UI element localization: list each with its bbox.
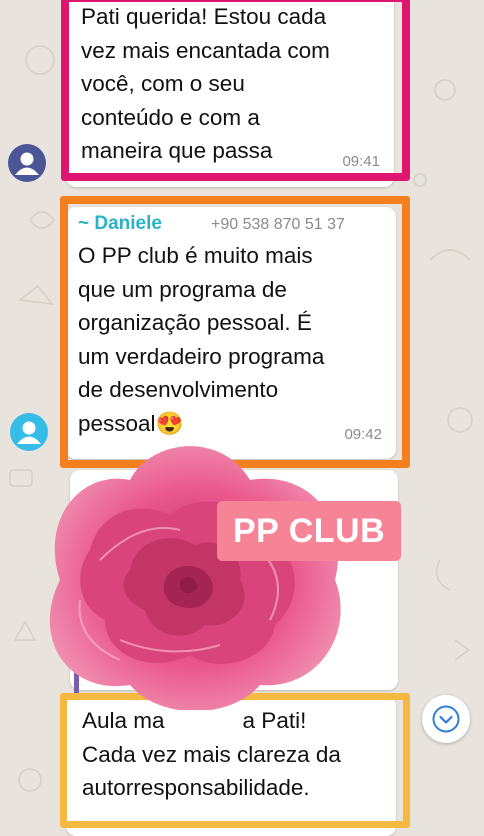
chevron-down-icon: [432, 705, 460, 733]
avatar-1[interactable]: [8, 144, 46, 182]
person-icon: [15, 152, 39, 175]
highlight-frame-magenta: [61, 0, 410, 181]
scroll-to-bottom-button[interactable]: [422, 695, 470, 743]
rose-sticker[interactable]: [20, 430, 360, 710]
highlight-frame-orange: [60, 196, 410, 468]
highlight-frame-yellow: [60, 693, 410, 828]
pp-club-sticker-label: PP CLUB: [217, 501, 402, 561]
